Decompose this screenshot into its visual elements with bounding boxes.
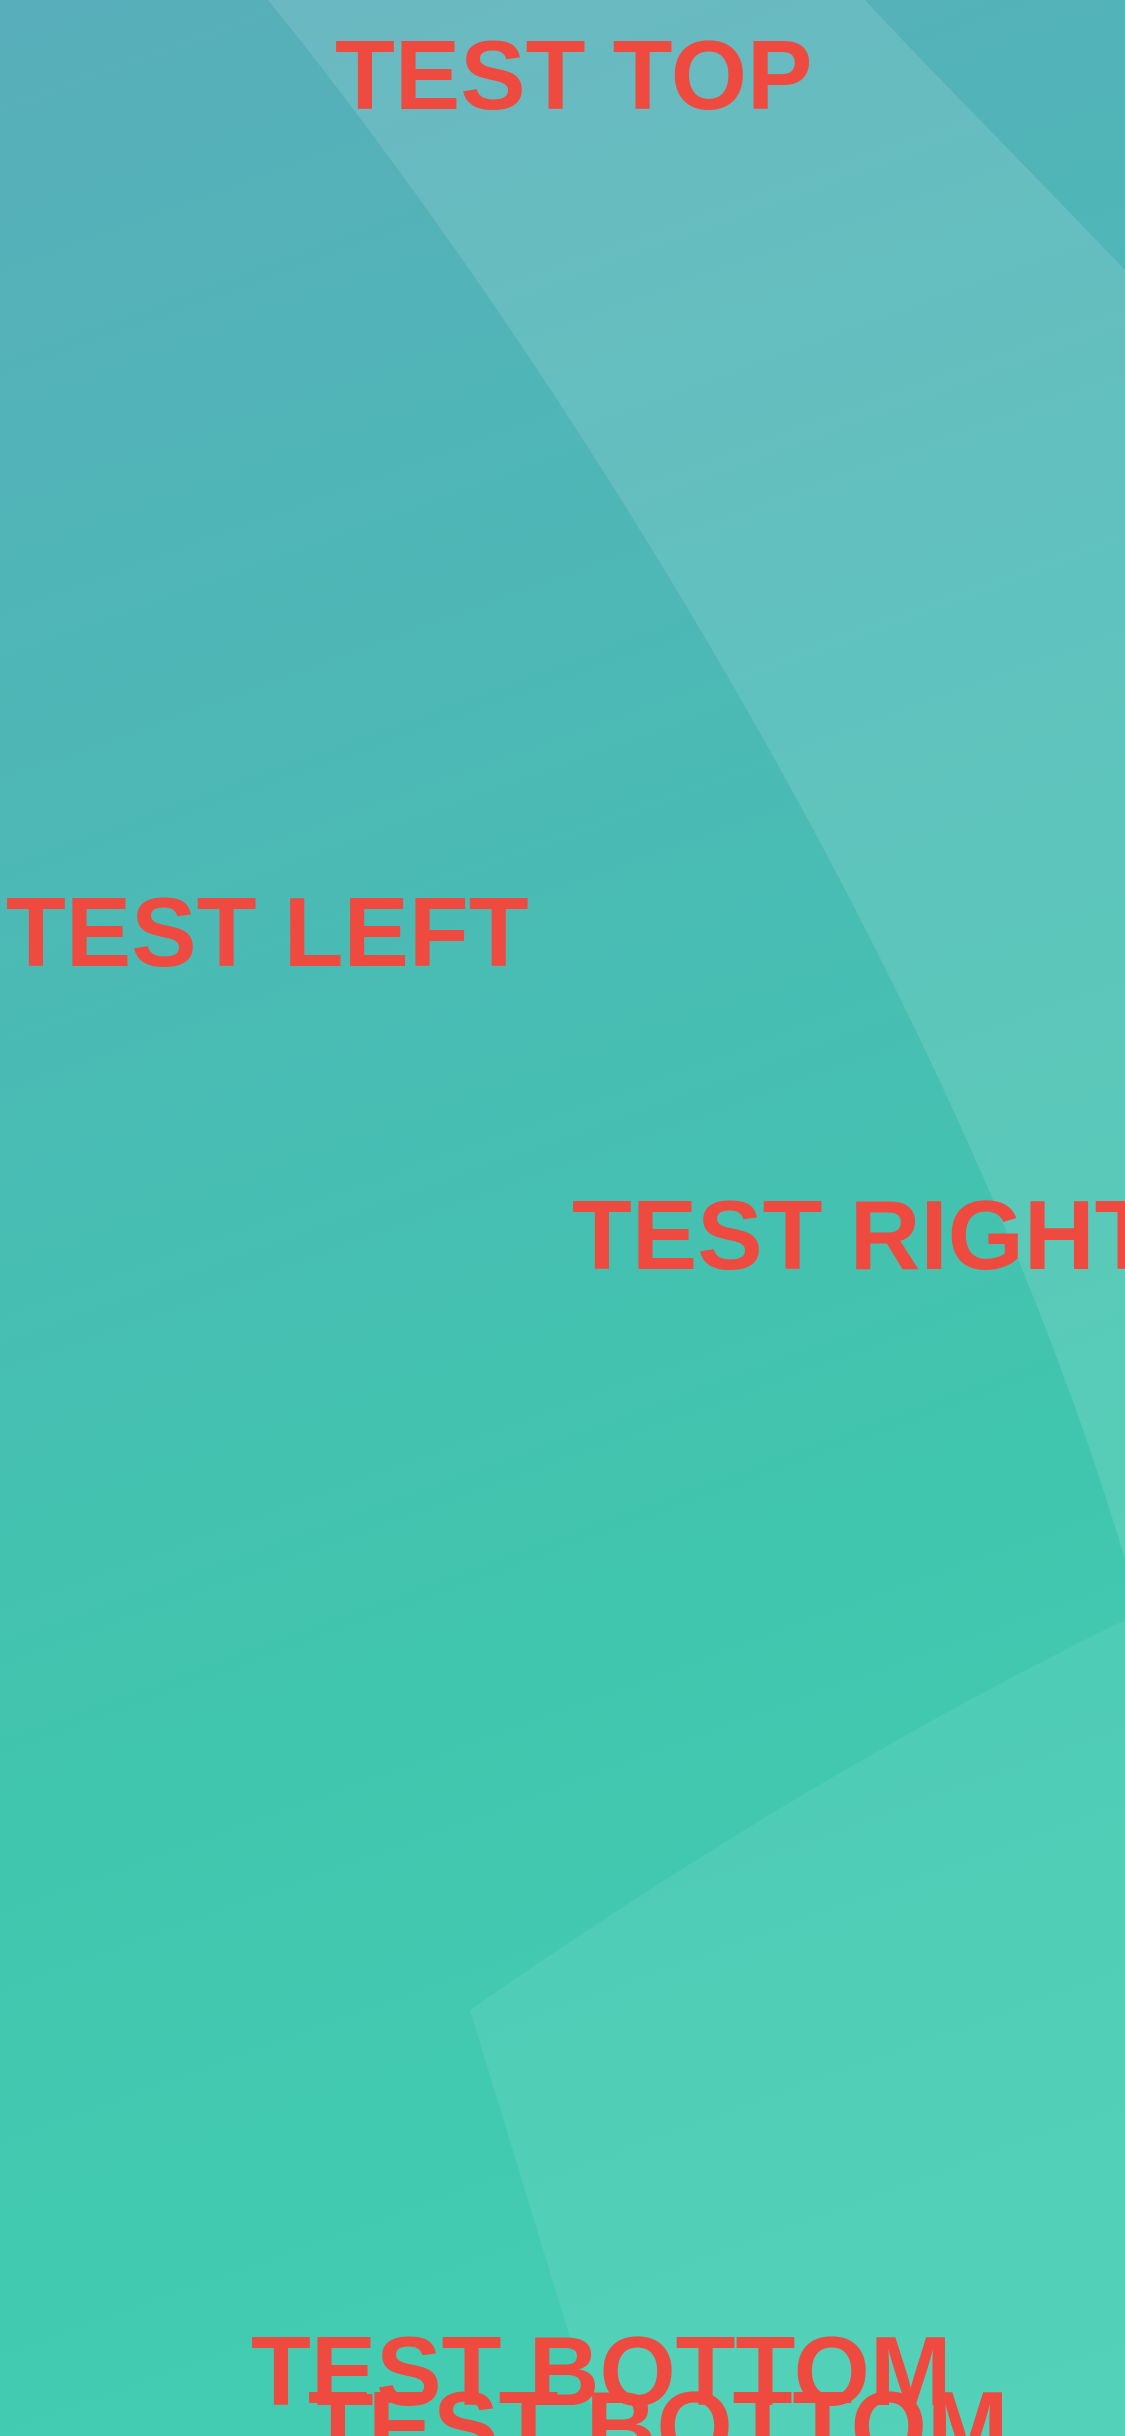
wallpaper-background: TEST TOP TEST LEFT TEST RIGHT TEST BOTTO… — [0, 0, 1125, 2436]
wallpaper-light-band — [268, 0, 1125, 1560]
test-right-label: TEST RIGHT — [572, 1180, 1125, 1290]
test-top-label: TEST TOP — [335, 20, 813, 130]
wallpaper-bottom-wave — [470, 1620, 1125, 2436]
test-left-label: TEST LEFT — [6, 877, 529, 987]
test-bottom-label-duplicate: TEST BOTTOM — [308, 2371, 1009, 2436]
